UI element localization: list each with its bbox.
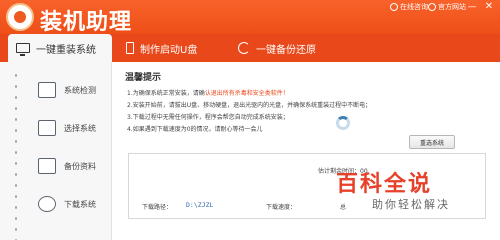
home-icon [428,3,436,11]
tip-line-1-text: 1.为确保系统正常安装，请确 [127,90,205,97]
app-title: 装机助理 [40,10,133,35]
online-consult-link[interactable]: 在线咨询 [390,2,428,12]
step-system-check: 系统检测 [38,82,96,98]
official-site-link[interactable]: 官方网站 [428,2,466,12]
tab-bar: 一键重装系统 制作启动U盘 一键备份还原 [0,34,500,62]
minimize-button[interactable]: — [466,2,478,12]
title-bar: 装机助理 在线咨询 官方网站 — ✕ [0,0,500,35]
step-select-system: 选择系统 [38,120,96,136]
tips-title: 温馨提示 [125,73,162,83]
chat-icon [390,3,398,11]
usb-drive-icon [126,42,134,54]
watermark: 百科全说 助你轻松解决 [320,162,492,224]
tip-line-2: 2.安装开始前，请拔出U盘、移动硬盘，退出光驱内的光盘，并确保系统重装过程中不断… [127,102,372,109]
watermark-title: 百科全说 [336,172,433,197]
close-button[interactable]: ✕ [482,1,496,12]
tab-label: 制作启动U盘 [140,44,198,56]
system-check-icon [38,82,56,98]
tab-one-click-reinstall[interactable]: 一键重装系统 [8,34,112,62]
monitor-icon [16,43,30,56]
download-path-value[interactable]: D:\ZJZL [186,201,213,209]
select-system-icon [38,120,56,136]
backup-restore-icon [238,42,250,54]
tip-line-3: 3.下载过程中无需任何操作，程序会帮您自动完成系统安装； [127,114,289,121]
official-site-label: 官方网站 [438,3,466,11]
reselect-system-button[interactable]: 重选系统 [409,135,455,149]
tab-label: 一键备份还原 [256,44,316,56]
tab-label: 一键重装系统 [36,44,96,56]
download-path-label: 下载路径： [142,204,173,211]
online-consult-label: 在线咨询 [400,3,428,11]
download-icon [38,196,56,212]
step-download-system: 下载系统 [38,196,96,212]
step-label: 系统检测 [64,85,96,95]
backup-data-icon [38,158,56,174]
tip-line-4: 4.如果遇到下载速度为0的情况，请耐心等待一会儿 [127,126,263,133]
tab-make-usb-boot[interactable]: 制作启动U盘 [126,34,226,62]
step-label: 下载系统 [64,199,96,209]
tab-backup-restore[interactable]: 一键备份还原 [238,34,348,62]
download-speed-label: 下载速度： [266,204,297,211]
watermark-subtitle: 助你轻松解决 [372,198,450,211]
steps-progress-rail [15,70,17,240]
tip-line-1: 1.为确保系统正常安装，请确认退出所有杀毒和安全类软件！ [127,88,289,97]
loading-spinner-icon [336,116,350,130]
app-logo-icon [6,3,34,31]
step-label: 备份资料 [64,161,96,171]
step-label: 选择系统 [64,123,96,133]
tip-line-1-highlight: 认退出所有杀毒和安全类软件！ [204,90,289,97]
step-backup-data: 备份资料 [38,158,96,174]
